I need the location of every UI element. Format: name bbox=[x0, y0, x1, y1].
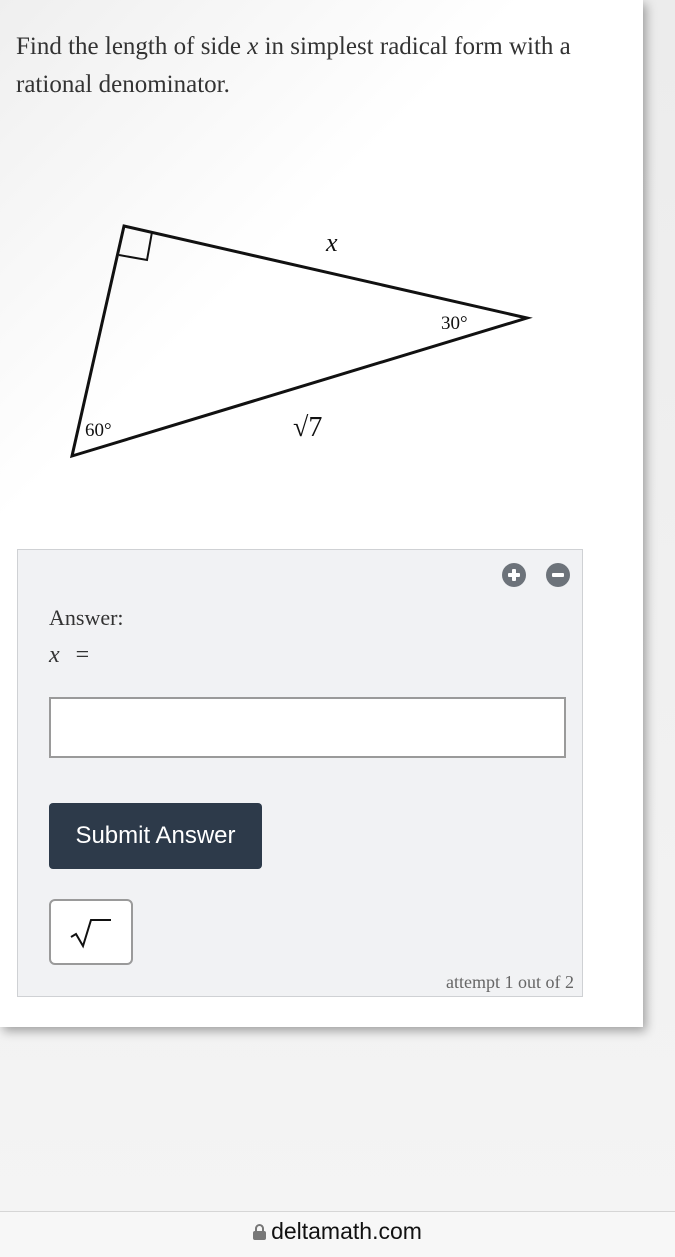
sqrt-button[interactable] bbox=[49, 899, 133, 965]
attempt-counter: attempt 1 out of 2 bbox=[446, 972, 574, 992]
right-angle-icon bbox=[118, 231, 153, 262]
angle-label-60: 60° bbox=[85, 420, 112, 441]
answer-panel: Answer: x = Submit Answer attempt 1 out … bbox=[17, 549, 583, 997]
browser-url[interactable]: deltamath.com bbox=[0, 1218, 675, 1245]
question-variable: x bbox=[247, 33, 259, 60]
minus-circle-icon[interactable] bbox=[546, 563, 570, 587]
square-root-icon bbox=[70, 919, 111, 949]
answer-input[interactable] bbox=[49, 697, 566, 758]
submit-answer-button[interactable]: Submit Answer bbox=[49, 803, 262, 869]
lock-icon bbox=[253, 1224, 267, 1240]
question-text: Find the length of side x in simplest ra… bbox=[16, 28, 626, 104]
triangle-diagram: x 30° 60° √7 bbox=[69, 224, 533, 459]
url-text: deltamath.com bbox=[271, 1218, 422, 1244]
problem-card: Find the length of side x in simplest ra… bbox=[0, 0, 643, 1027]
equation-variable: x bbox=[49, 642, 60, 668]
equation-label: x = bbox=[49, 642, 89, 669]
answer-label: Answer: bbox=[49, 605, 124, 630]
angle-label-30: 30° bbox=[441, 313, 468, 334]
hypotenuse-label: √7 bbox=[293, 412, 322, 443]
side-label-x: x bbox=[325, 228, 338, 257]
plus-circle-icon[interactable] bbox=[502, 563, 526, 587]
equation-equals: = bbox=[75, 642, 90, 668]
question-text-before: Find the length of side bbox=[16, 33, 248, 60]
